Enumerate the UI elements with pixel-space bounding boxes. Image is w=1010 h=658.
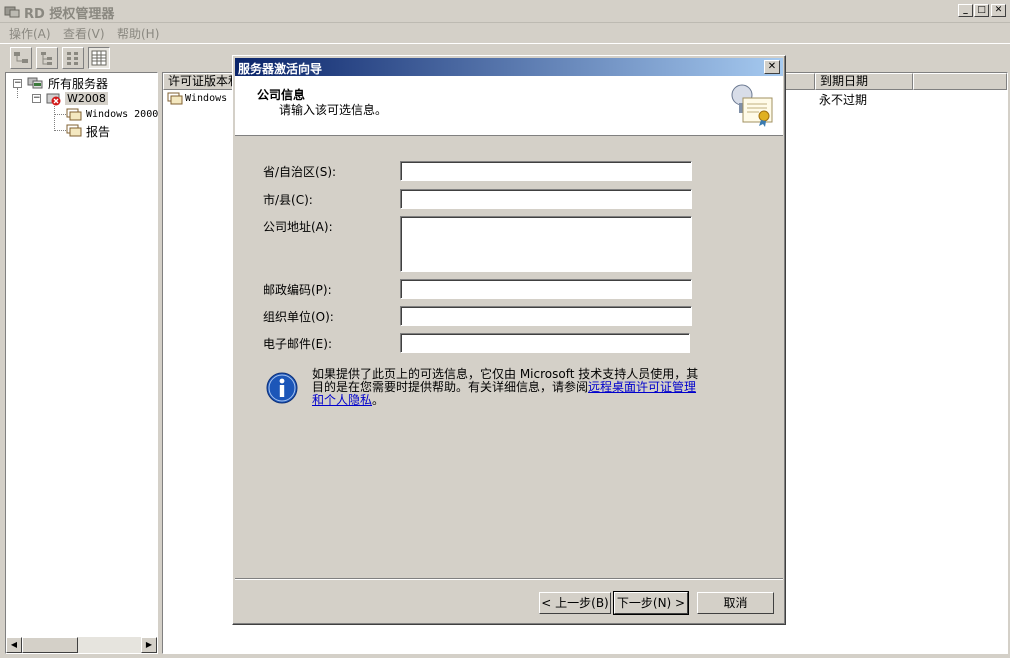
province-field[interactable] [400, 161, 692, 181]
next-button[interactable]: 下一步(N) > [613, 591, 689, 615]
scroll-right-button[interactable]: ▶ [141, 637, 157, 653]
back-button[interactable]: < 上一步(B) [539, 592, 611, 614]
minimize-button[interactable]: _ [958, 4, 973, 17]
close-button[interactable]: ✕ [991, 4, 1006, 17]
scroll-left-button[interactable]: ◀ [6, 637, 22, 653]
dialog-title: 服务器激活向导 [238, 62, 323, 76]
city-field[interactable] [400, 189, 692, 209]
column-empty[interactable] [913, 73, 1007, 90]
large-icons-icon [14, 52, 28, 63]
small-icons-icon [41, 52, 52, 65]
org-unit-label: 组织单位(O): [263, 310, 334, 324]
dialog-separator [235, 578, 783, 580]
postal-field[interactable] [400, 279, 692, 299]
dialog-close-button[interactable]: ✕ [764, 60, 780, 74]
postal-label: 邮政编码(P): [263, 283, 332, 297]
privacy-info-text: 如果提供了此页上的可选信息，它仅由 Microsoft 技术支持人员使用，其目的… [312, 368, 707, 407]
address-field[interactable] [400, 216, 692, 272]
collapse-server-toggle[interactable]: − [32, 94, 41, 103]
collapse-root-toggle[interactable]: − [13, 79, 22, 88]
tree-windows-2000[interactable]: Windows 2000 [86, 109, 158, 120]
menu-help[interactable]: 帮助(H) [117, 25, 159, 42]
large-icons-button[interactable] [10, 47, 32, 69]
menu-view[interactable]: 查看(V) [63, 25, 105, 42]
license-pack-icon [66, 108, 82, 121]
details-view-icon [91, 50, 107, 66]
privacy-info-end: 。 [372, 393, 385, 407]
details-view-button[interactable] [88, 47, 110, 69]
tree-server-w2008[interactable]: W2008 [65, 92, 108, 105]
province-label: 省/自治区(S): [263, 165, 337, 179]
small-icons-button[interactable] [36, 47, 58, 69]
header-subtitle: 请输入该可选信息。 [279, 103, 388, 117]
info-icon [266, 372, 298, 404]
license-manager-icon [4, 6, 20, 18]
address-label: 公司地址(A): [263, 220, 333, 234]
tree-all-servers[interactable]: 所有服务器 [48, 75, 108, 92]
column-license-version[interactable]: 许可证版本和 [163, 73, 235, 90]
city-label: 市/县(C): [263, 193, 313, 207]
dialog-title-bar: 服务器激活向导 ✕ [235, 58, 783, 76]
tree-reports[interactable]: 报告 [86, 123, 110, 140]
dialog-header: 公司信息 请输入该可选信息。 [235, 76, 783, 136]
scroll-thumb[interactable] [22, 637, 78, 653]
list-view-icon [67, 52, 78, 65]
main-title-bar: RD 授权管理器 _ □ ✕ [0, 0, 1010, 23]
server-error-icon [46, 93, 61, 106]
server-tree[interactable]: − 所有服务器 − W2008 Windows 2000 报告 [5, 72, 158, 654]
certificate-icon [731, 84, 773, 127]
report-icon [66, 124, 82, 137]
activation-wizard-dialog: 服务器激活向导 ✕ 公司信息 请输入该可选信息。 省/自治区(S): 市/县(C… [232, 55, 786, 625]
org-unit-field[interactable] [400, 306, 692, 326]
maximize-button[interactable]: □ [974, 4, 989, 17]
email-label: 电子邮件(E): [263, 337, 332, 351]
license-row-expiry: 永不过期 [819, 93, 868, 107]
menu-bar: 操作(A) 查看(V) 帮助(H) [0, 22, 1010, 42]
column-expiry-date[interactable]: 到期日期 [815, 73, 913, 90]
tree-horizontal-scrollbar[interactable]: ◀ ▶ [6, 637, 157, 653]
all-servers-icon [27, 77, 43, 89]
cancel-button[interactable]: 取消 [697, 592, 774, 614]
window-title: RD 授权管理器 [24, 7, 115, 22]
menu-action[interactable]: 操作(A) [9, 25, 51, 42]
license-row-name[interactable]: Windows [185, 93, 227, 104]
license-row-icon [167, 92, 183, 105]
list-view-button[interactable] [62, 47, 84, 69]
email-field[interactable] [400, 333, 690, 353]
